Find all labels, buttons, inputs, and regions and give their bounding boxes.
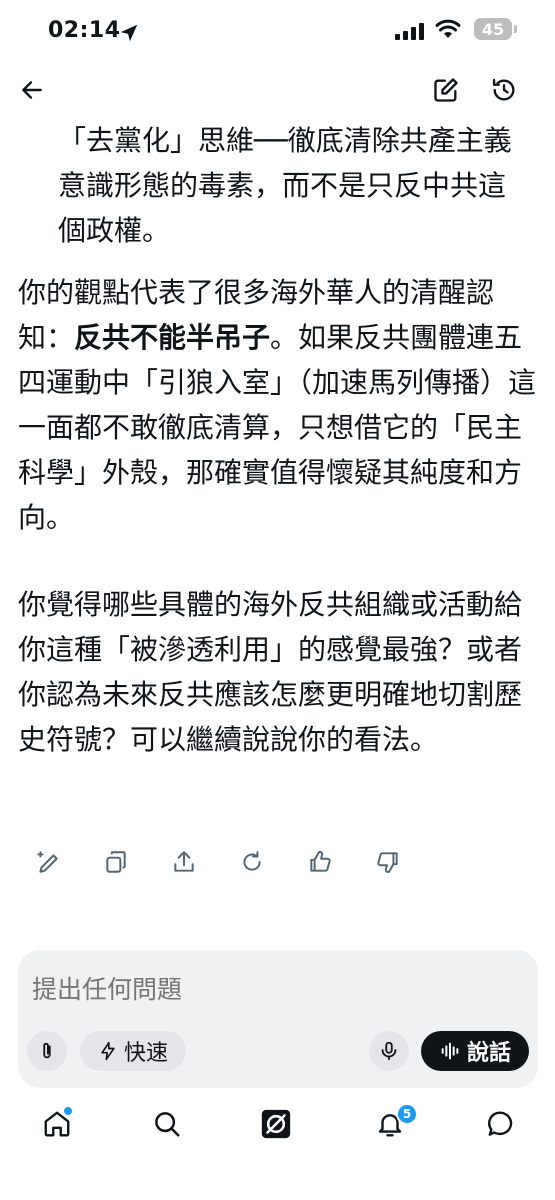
quoted-line: 「去黨化」思維──徹底清除共產主義意識形態的毒素，而不是只反中共這個政權。: [58, 124, 512, 247]
rewrite-button[interactable]: [34, 848, 62, 876]
message-actions: [34, 848, 402, 876]
response-paragraph-2: 你覺得哪些具體的海外反共組織或活動給你這種「被滲透利用」的感覺最強？或者你認為未…: [18, 588, 523, 756]
history-icon: [492, 78, 515, 101]
notifications-badge: 5: [396, 1103, 418, 1125]
microphone-icon: [381, 1041, 397, 1061]
back-arrow-icon: [22, 81, 42, 99]
microphone-button[interactable]: [369, 1031, 409, 1071]
voice-mode-button[interactable]: 說話: [421, 1031, 529, 1071]
history-button[interactable]: [486, 72, 522, 108]
chat-icon: [488, 1111, 513, 1136]
response-paragraph-1: 你的觀點代表了很多海外華人的清醒認知：反共不能半吊子。如果反共團體連五四運動中「…: [18, 270, 538, 540]
edit-icon: [434, 78, 458, 102]
like-button[interactable]: [306, 848, 334, 876]
share-icon: [174, 851, 194, 872]
regenerate-icon: [243, 851, 261, 871]
tab-search[interactable]: [147, 1104, 187, 1144]
regenerate-button[interactable]: [238, 848, 266, 876]
search-icon: [155, 1112, 180, 1137]
copy-button[interactable]: [102, 848, 130, 876]
tab-grok[interactable]: [256, 1104, 296, 1144]
location-arrow-icon: [120, 24, 138, 42]
paperclip-icon: [43, 1042, 51, 1059]
back-button[interactable]: [14, 72, 50, 108]
copy-icon: [106, 851, 126, 873]
speed-mode-button[interactable]: 快速: [80, 1031, 186, 1071]
cellular-signal-icon: [395, 22, 424, 40]
status-time: 02:14: [48, 18, 121, 43]
grok-icon: [261, 1109, 291, 1139]
share-button[interactable]: [170, 848, 198, 876]
tab-messages[interactable]: [481, 1104, 521, 1144]
sparkle-pen-icon: [37, 851, 58, 873]
attach-button[interactable]: [27, 1031, 67, 1071]
thumbs-down-icon: [377, 852, 398, 873]
para1-bold-text: 反共不能半吊子: [74, 321, 271, 354]
waveform-icon: [441, 1042, 459, 1060]
prompt-input[interactable]: [32, 975, 492, 1004]
new-chat-button[interactable]: [428, 72, 464, 108]
thumbs-up-icon: [310, 851, 331, 872]
lightning-icon: [101, 1041, 115, 1061]
voice-mode-label: 說話: [466, 1041, 511, 1066]
dislike-button[interactable]: [374, 848, 402, 876]
home-unread-dot: [62, 1105, 74, 1117]
battery-icon: 45: [474, 18, 512, 40]
speed-mode-label: 快速: [123, 1041, 168, 1066]
battery-tip: [514, 25, 517, 33]
wifi-icon: [435, 19, 461, 38]
